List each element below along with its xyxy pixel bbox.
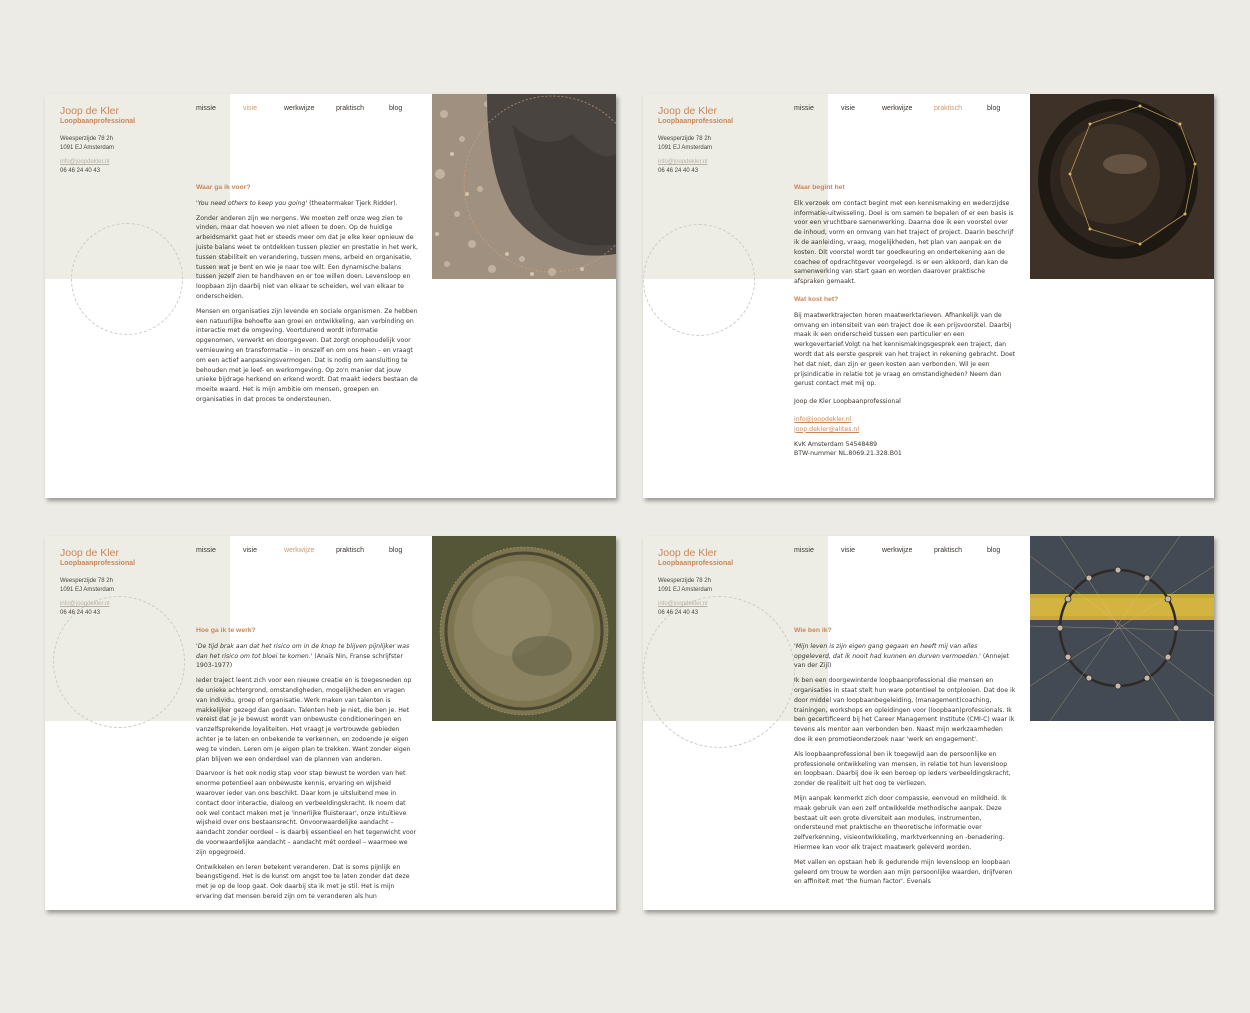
phone-number: 06 46 24 40 43 [658, 167, 699, 174]
paragraph: Ieder traject leent zich voor een nieuwe… [196, 677, 412, 763]
brand-subtitle: Loopbaanprofessional [60, 560, 136, 567]
quote: 'De tijd brak aan dat het risico om in d… [196, 642, 418, 671]
address-city: 1091 EJ Amsterdam [60, 586, 115, 593]
email-link[interactable]: info@joopdekler.nl [60, 158, 114, 167]
nav-visie[interactable]: visie [841, 105, 855, 112]
nav-missie[interactable]: missie [196, 105, 216, 112]
page-content: Waar ga ik voor? 'You need others to kee… [196, 183, 418, 410]
nav-blog[interactable]: blog [987, 105, 1000, 112]
contact-block: Weesperzijde 78 2h 1091 EJ Amsterdam inf… [60, 577, 114, 617]
nav-werkwijze[interactable]: werkwijze [284, 547, 314, 554]
section-heading: Wat kost het? [794, 295, 839, 303]
page-content: Hoe ga ik te werk? 'De tijd brak aan dat… [196, 626, 418, 907]
nav-werkwijze[interactable]: werkwijze [284, 105, 314, 112]
quote-text: 'You need others to keep you going' [196, 199, 308, 207]
brand-name: Joop de Kler [658, 547, 717, 559]
nav-werkwijze[interactable]: werkwijze [882, 547, 912, 554]
address-street: Weesperzijde 78 2h [658, 578, 711, 584]
address-city: 1091 EJ Amsterdam [60, 144, 115, 151]
brand-subtitle: Loopbaanprofessional [60, 118, 136, 125]
kvk-number: KvK Amsterdam 54548489 [794, 440, 878, 448]
quote: 'Mijn leven is zijn eigen gang gegaan en… [794, 642, 1016, 671]
nav-werkwijze[interactable]: werkwijze [882, 105, 912, 112]
dashed-circle-decoration [71, 223, 183, 335]
nav-praktisch[interactable]: praktisch [336, 105, 364, 112]
email-link-alt[interactable]: joop.dekler@alites.nl [794, 426, 859, 433]
contact-block: Weesperzijde 78 2h 1091 EJ Amsterdam inf… [658, 577, 712, 617]
section-heading: Waar ga ik voor? [196, 184, 251, 191]
page-content: Wie ben ik? 'Mijn leven is zijn eigen ga… [794, 626, 1016, 892]
paragraph: Elk verzoek om contact begint met een ke… [794, 199, 1014, 286]
brand[interactable]: Joop de Kler Loopbaanprofessional [658, 547, 733, 567]
brand-name: Joop de Kler [60, 547, 119, 559]
contact-block: Weesperzijde 78 2h 1091 EJ Amsterdam inf… [60, 135, 114, 175]
contact-links: info@joopdekler.nl joop.dekler@alites.nl [794, 415, 1016, 435]
quote: 'You need others to keep you going' (the… [196, 199, 418, 209]
nav-praktisch[interactable]: praktisch [934, 105, 962, 112]
brand[interactable]: Joop de Kler Loopbaanprofessional [60, 547, 135, 567]
paragraph: Met vallen en opstaan heb ik gedurende m… [794, 858, 1013, 886]
nav-blog[interactable]: blog [389, 547, 402, 554]
nav-visie[interactable]: visie [243, 547, 257, 554]
nav-visie[interactable]: visie [841, 547, 855, 554]
address-city: 1091 EJ Amsterdam [658, 144, 713, 151]
brand-subtitle: Loopbaanprofessional [658, 118, 734, 125]
nav-missie[interactable]: missie [794, 547, 814, 554]
address-city: 1091 EJ Amsterdam [658, 586, 713, 593]
page-werkwijze: Joop de Kler Loopbaanprofessional Weespe… [45, 536, 616, 910]
nav-praktisch[interactable]: praktisch [336, 547, 364, 554]
page-missie: Joop de Kler Loopbaanprofessional Weespe… [643, 536, 1214, 910]
paragraph: Mijn aanpak kenmerkt zich door compassie… [794, 794, 1007, 851]
contact-block: Weesperzijde 78 2h 1091 EJ Amsterdam inf… [658, 135, 712, 175]
quote-text: 'Mijn leven is zijn eigen gang gegaan en… [794, 642, 981, 660]
phone-number: 06 46 24 40 43 [60, 609, 101, 616]
nav-blog[interactable]: blog [987, 547, 1000, 554]
brand[interactable]: Joop de Kler Loopbaanprofessional [60, 105, 135, 125]
brand-subtitle: Loopbaanprofessional [658, 560, 734, 567]
signature: Joop de Kler Loopbaanprofessional [794, 398, 901, 406]
page-visie: Joop de Kler Loopbaanprofessional Weespe… [45, 94, 616, 498]
nav-missie[interactable]: missie [794, 105, 814, 112]
bronze-dish-photo [432, 536, 616, 721]
section-heading: Waar begint het [794, 184, 845, 191]
nav-missie[interactable]: missie [196, 547, 216, 554]
btw-number: BTW-nummer NL.8069.21.328.B01 [794, 450, 902, 458]
bowl-photo [1030, 94, 1214, 279]
page-content: Waar begint het Elk verzoek om contact b… [794, 183, 1016, 464]
company-info: KvK Amsterdam 54548489 BTW-nummer NL.8069… [794, 440, 1016, 460]
quote-source: (theatermaker Tjerk Ridder). [307, 199, 398, 207]
phone-number: 06 46 24 40 43 [658, 609, 699, 616]
nav-praktisch[interactable]: praktisch [934, 547, 962, 554]
paragraph: Ontwikkelen en leren betekent veranderen… [196, 863, 410, 900]
dashed-circle-decoration [643, 596, 795, 748]
brand-name: Joop de Kler [658, 105, 717, 117]
email-link[interactable]: info@joopdekler.nl [60, 600, 114, 609]
nav-visie[interactable]: visie [243, 105, 257, 112]
gravel-photo [432, 94, 616, 279]
dashed-circle-decoration [643, 224, 755, 336]
paragraph: Als loopbaanprofessional ben ik toegewij… [794, 750, 1011, 788]
brand-name: Joop de Kler [60, 105, 119, 117]
phone-number: 06 46 24 40 43 [60, 167, 101, 174]
address-street: Weesperzijde 78 2h [658, 136, 711, 142]
page-praktisch: Joop de Kler Loopbaanprofessional Weespe… [643, 94, 1214, 498]
paragraph: Daarvoor is het ook nodig stap voor stap… [196, 770, 417, 856]
address-street: Weesperzijde 78 2h [60, 136, 113, 142]
paragraph: Mensen en organisaties zijn levende en s… [196, 307, 418, 403]
email-link[interactable]: info@joopdekler.nl [658, 158, 712, 167]
email-link[interactable]: info@joopdekler.nl [658, 600, 712, 609]
section-heading: Hoe ga ik te werk? [196, 627, 256, 634]
address-street: Weesperzijde 78 2h [60, 578, 113, 584]
email-link[interactable]: info@joopdekler.nl [794, 416, 851, 423]
nav-blog[interactable]: blog [389, 105, 402, 112]
brand[interactable]: Joop de Kler Loopbaanprofessional [658, 105, 733, 125]
section-heading: Wie ben ik? [794, 627, 832, 634]
road-marking-photo [1030, 536, 1214, 721]
paragraph: Bij maatwerktrajecten horen maatwerktari… [794, 311, 1016, 388]
paragraph: Ik ben een doorgewinterde loopbaanprofes… [794, 677, 1016, 743]
paragraph: Zonder anderen zijn we nergens. We moete… [196, 214, 419, 300]
